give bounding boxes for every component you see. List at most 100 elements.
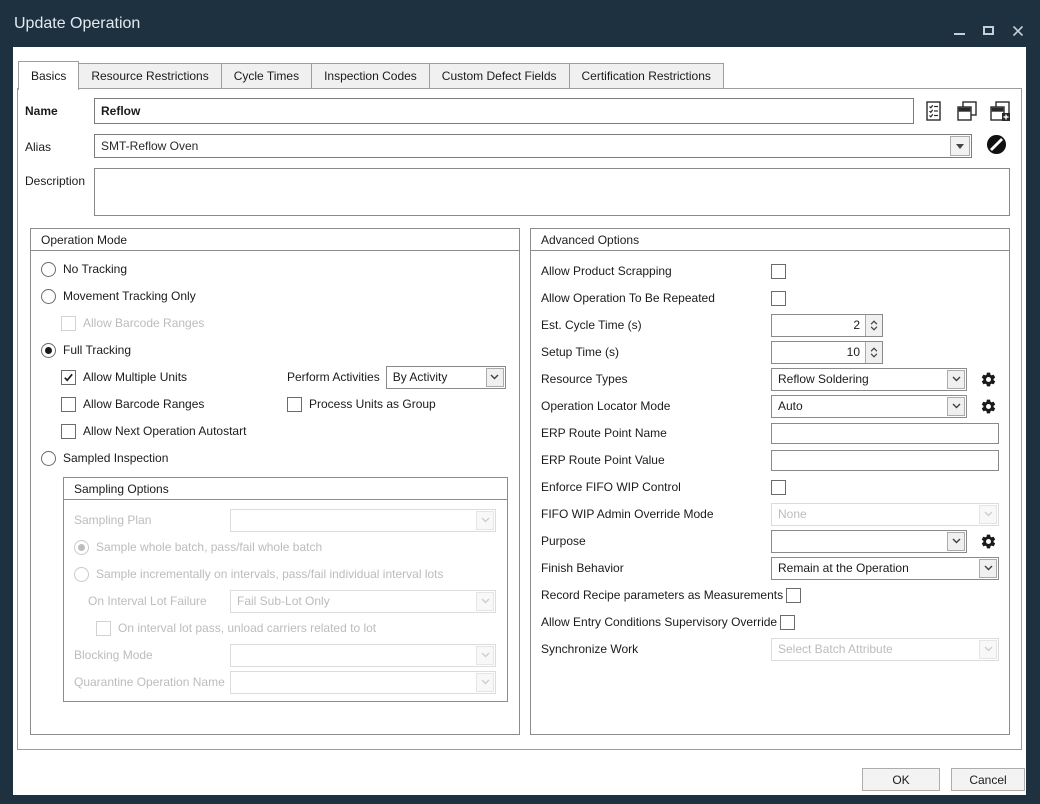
process-units-as-group-checkbox[interactable]	[287, 397, 302, 412]
chevron-down-icon	[947, 397, 965, 416]
alias-combobox[interactable]	[94, 134, 972, 158]
sample-incrementally-row: Sample incrementally on intervals, pass/…	[74, 563, 497, 585]
maximize-icon	[983, 26, 994, 35]
erp-route-point-name-label: ERP Route Point Name	[541, 426, 771, 440]
description-input[interactable]	[94, 168, 1010, 216]
quarantine-operation-name-row: Quarantine Operation Name	[74, 671, 497, 693]
purpose-row: Purpose	[541, 529, 999, 553]
allow-multiple-units-checkbox[interactable]	[61, 370, 76, 385]
operation-locator-mode-label: Operation Locator Mode	[541, 399, 771, 413]
gear-icon[interactable]	[980, 533, 997, 550]
on-interval-lot-failure-label: On Interval Lot Failure	[88, 594, 230, 608]
finish-behavior-dropdown[interactable]: Remain at the Operation	[771, 557, 999, 580]
cancel-button[interactable]: Cancel	[951, 768, 1025, 791]
edit-list-icon[interactable]	[923, 100, 945, 122]
no-entry-icon[interactable]	[986, 134, 1007, 155]
erp-route-point-value-label: ERP Route Point Value	[541, 453, 771, 467]
movement-allow-barcode-checkbox	[61, 316, 76, 331]
allow-barcode-ranges-checkbox[interactable]	[61, 397, 76, 412]
tab-basics[interactable]: Basics	[18, 61, 79, 90]
full-tracking-radio-row: Full Tracking	[41, 342, 509, 358]
ok-button[interactable]: OK	[862, 768, 940, 791]
operation-locator-mode-row: Operation Locator Mode Auto	[541, 394, 999, 418]
record-recipe-parameters-label: Record Recipe parameters as Measurements	[541, 588, 786, 602]
chevron-down-icon	[979, 559, 997, 578]
sampled-inspection-radio[interactable]	[41, 451, 56, 466]
description-label: Description	[25, 168, 94, 188]
blocking-mode-label: Blocking Mode	[74, 648, 230, 662]
full-tracking-label: Full Tracking	[63, 343, 131, 357]
allow-next-operation-autostart-row: Allow Next Operation Autostart	[61, 423, 509, 439]
allow-operation-repeated-checkbox[interactable]	[771, 291, 786, 306]
est-cycle-time-label: Est. Cycle Time (s)	[541, 318, 771, 332]
record-recipe-parameters-checkbox[interactable]	[786, 588, 801, 603]
erp-route-point-value-input[interactable]	[771, 450, 999, 471]
spinner-arrows-icon[interactable]	[865, 315, 882, 336]
full-tracking-radio[interactable]	[41, 343, 56, 358]
chevron-down-icon	[476, 673, 494, 692]
record-recipe-parameters-row: Record Recipe parameters as Measurements	[541, 583, 999, 607]
allow-product-scrapping-row: Allow Product Scrapping	[541, 259, 999, 283]
on-interval-lot-pass-checkbox	[96, 621, 111, 636]
fifo-wip-admin-override-mode-value: None	[772, 507, 979, 521]
sampling-options-group: Sampling Options Sampling Plan	[63, 477, 508, 702]
alias-dropdown-button[interactable]	[950, 136, 970, 156]
enforce-fifo-wip-control-label: Enforce FIFO WIP Control	[541, 480, 771, 494]
erp-route-point-name-row: ERP Route Point Name	[541, 421, 999, 445]
sample-whole-batch-row: Sample whole batch, pass/fail whole batc…	[74, 536, 497, 558]
enforce-fifo-wip-control-row: Enforce FIFO WIP Control	[541, 475, 999, 499]
fifo-wip-admin-override-mode-label: FIFO WIP Admin Override Mode	[541, 507, 771, 521]
minimize-icon	[954, 33, 965, 35]
allow-next-operation-autostart-label: Allow Next Operation Autostart	[83, 424, 246, 438]
copy-icon[interactable]	[956, 100, 978, 122]
tab-strip: Basics Resource Restrictions Cycle Times…	[18, 61, 724, 90]
erp-route-point-name-input[interactable]	[771, 423, 999, 444]
maximize-button[interactable]	[982, 24, 995, 37]
allow-entry-conditions-override-checkbox[interactable]	[780, 615, 795, 630]
quarantine-operation-name-dropdown	[230, 671, 496, 694]
chevron-down-icon	[979, 640, 997, 659]
tab-resource-restrictions[interactable]: Resource Restrictions	[79, 63, 220, 89]
name-label: Name	[25, 98, 94, 118]
operation-locator-mode-dropdown[interactable]: Auto	[771, 395, 967, 418]
setup-time-spinner[interactable]: 10	[771, 341, 883, 364]
tab-cycle-times[interactable]: Cycle Times	[221, 63, 311, 89]
enforce-fifo-wip-control-checkbox[interactable]	[771, 480, 786, 495]
dialog-content: Basics Resource Restrictions Cycle Times…	[13, 47, 1026, 795]
movement-allow-barcode-row: Allow Barcode Ranges	[61, 315, 509, 331]
quarantine-operation-name-label: Quarantine Operation Name	[74, 675, 230, 689]
sampling-plan-label: Sampling Plan	[74, 513, 230, 527]
finish-behavior-row: Finish Behavior Remain at the Operation	[541, 556, 999, 580]
fifo-wip-admin-override-mode-row: FIFO WIP Admin Override Mode None	[541, 502, 999, 526]
alias-input[interactable]	[95, 136, 950, 156]
gear-icon[interactable]	[980, 371, 997, 388]
sampling-plan-row: Sampling Plan	[74, 509, 497, 531]
sample-whole-batch-label: Sample whole batch, pass/fail whole batc…	[96, 540, 322, 554]
allow-next-operation-autostart-checkbox[interactable]	[61, 424, 76, 439]
allow-multiple-units-row: Allow Multiple Units Perform Activities …	[61, 369, 509, 385]
synchronize-work-dropdown: Select Batch Attribute	[771, 638, 999, 661]
purpose-dropdown[interactable]	[771, 530, 967, 553]
setup-time-label: Setup Time (s)	[541, 345, 771, 359]
copy-new-icon[interactable]	[989, 100, 1011, 122]
movement-tracking-radio[interactable]	[41, 289, 56, 304]
minimize-button[interactable]	[953, 24, 966, 37]
tab-inspection-codes[interactable]: Inspection Codes	[311, 63, 429, 89]
gear-icon[interactable]	[980, 398, 997, 415]
close-button[interactable]	[1011, 24, 1024, 37]
name-input[interactable]	[94, 98, 914, 124]
allow-product-scrapping-checkbox[interactable]	[771, 264, 786, 279]
est-cycle-time-spinner[interactable]: 2	[771, 314, 883, 337]
resource-types-dropdown[interactable]: Reflow Soldering	[771, 368, 967, 391]
allow-product-scrapping-label: Allow Product Scrapping	[541, 264, 771, 278]
perform-activities-dropdown[interactable]: By Activity	[386, 366, 506, 389]
resource-types-row: Resource Types Reflow Soldering	[541, 367, 999, 391]
tab-certification-restrictions[interactable]: Certification Restrictions	[569, 63, 724, 89]
on-interval-lot-failure-dropdown: Fail Sub-Lot Only	[230, 590, 496, 613]
sample-incrementally-label: Sample incrementally on intervals, pass/…	[96, 567, 444, 581]
spinner-arrows-icon[interactable]	[865, 342, 882, 363]
chevron-down-icon	[956, 144, 964, 149]
tab-custom-defect-fields[interactable]: Custom Defect Fields	[429, 63, 569, 89]
no-tracking-radio[interactable]	[41, 262, 56, 277]
title-bar: Update Operation	[0, 0, 1040, 47]
